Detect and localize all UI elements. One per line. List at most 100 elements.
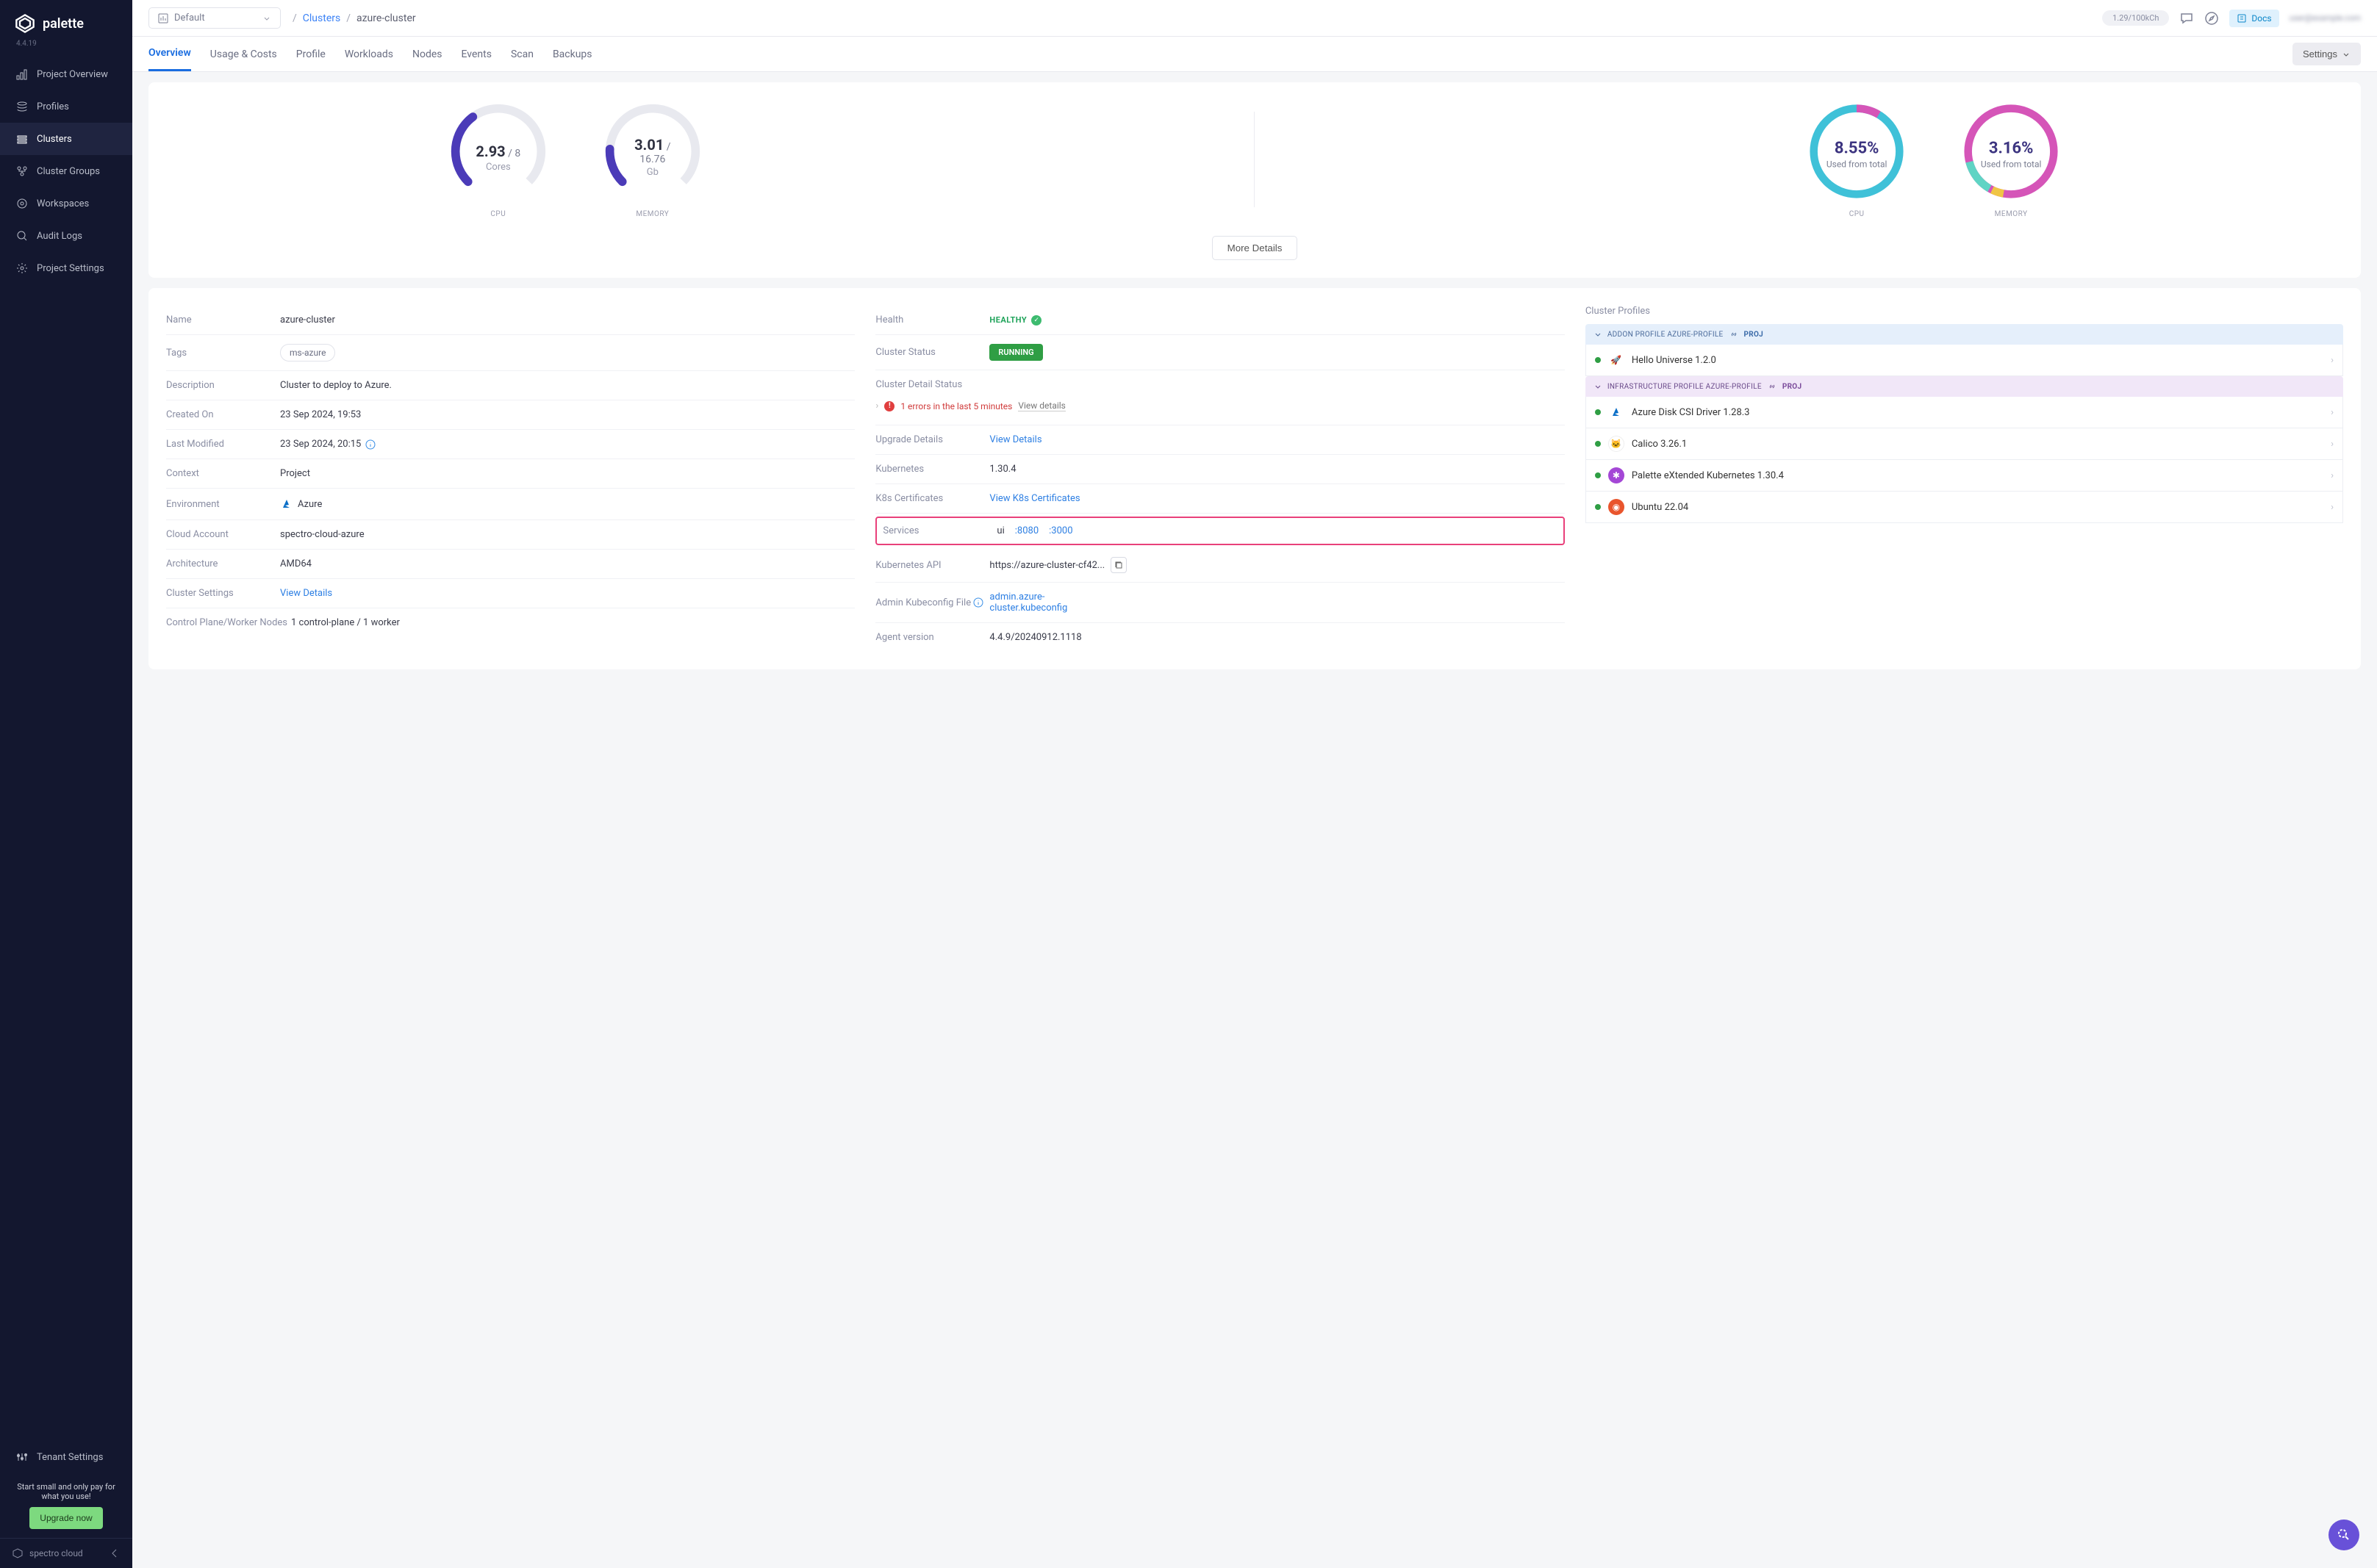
docs-button[interactable]: Docs <box>2229 10 2279 27</box>
settings-button[interactable]: Settings <box>2292 43 2361 65</box>
sidebar-footer[interactable]: spectro cloud <box>0 1538 132 1568</box>
chevron-right-icon: › <box>2331 502 2334 513</box>
dashboard-icon <box>16 68 28 80</box>
azure-icon <box>280 497 293 511</box>
tab-scan[interactable]: Scan <box>511 38 534 71</box>
usage-pill[interactable]: 1.29/100kCh <box>2102 10 2169 26</box>
link-icon <box>1768 382 1777 391</box>
promo-area: Start small and only pay for what you us… <box>0 1473 132 1538</box>
book-icon <box>2237 13 2247 24</box>
rocket-icon: 🚀 <box>1608 352 1624 368</box>
kubernetes-icon: ✱ <box>1608 467 1624 483</box>
profile-item-pxk[interactable]: ✱ Palette eXtended Kubernetes 1.30.4 › <box>1585 460 2343 492</box>
tab-nodes[interactable]: Nodes <box>412 38 442 71</box>
scope-icon <box>158 13 168 24</box>
palette-logo-icon <box>15 13 35 34</box>
details-left-col: Nameazure-cluster Tagsms-azure Descripti… <box>166 306 855 652</box>
chevron-down-icon <box>262 14 271 23</box>
tab-workloads[interactable]: Workloads <box>345 38 393 71</box>
copy-button[interactable] <box>1111 557 1127 573</box>
kubeconfig-link[interactable]: admin.azure-cluster.kubeconfig <box>989 591 1107 614</box>
scope-selector[interactable]: Default <box>148 7 281 29</box>
more-details-button[interactable]: More Details <box>1212 236 1298 260</box>
health-badge: HEALTHY <box>989 315 1027 325</box>
brand-name: palette <box>43 16 84 32</box>
profile-item-azure-csi[interactable]: Azure Disk CSI Driver 1.28.3 › <box>1585 397 2343 428</box>
upgrade-button[interactable]: Upgrade now <box>29 1507 102 1529</box>
nav-label: Workspaces <box>37 198 89 209</box>
search-icon <box>2337 1528 2351 1542</box>
cluster-name: azure-cluster <box>280 314 335 326</box>
tab-backups[interactable]: Backups <box>553 38 592 71</box>
layers-icon <box>16 101 28 112</box>
profile-item-hello-universe[interactable]: 🚀 Hello Universe 1.2.0 › <box>1585 345 2343 376</box>
chat-icon[interactable] <box>2179 11 2194 26</box>
user-menu[interactable]: user@example.com <box>2290 13 2361 23</box>
compass-icon[interactable] <box>2204 11 2219 26</box>
logo: palette <box>0 0 132 40</box>
crumb-clusters[interactable]: Clusters <box>303 12 340 24</box>
group-icon <box>16 165 28 177</box>
promo-text: Start small and only pay for what you us… <box>13 1482 119 1501</box>
nav-workspaces[interactable]: Workspaces <box>0 187 132 220</box>
tab-usage-costs[interactable]: Usage & Costs <box>210 38 277 71</box>
services-highlight: Services ui :8080 :3000 <box>875 517 1564 545</box>
nav-project-settings[interactable]: Project Settings <box>0 252 132 284</box>
service-port-3000[interactable]: :3000 <box>1049 525 1072 536</box>
footer-text: spectro cloud <box>29 1548 83 1558</box>
cpu-gauge: 2.93 / 8 Cores CPU <box>436 100 561 218</box>
chevron-left-icon[interactable] <box>109 1547 121 1559</box>
status-dot <box>1595 409 1601 415</box>
profiles-header: Cluster Profiles <box>1585 306 2343 317</box>
ubuntu-icon: ◉ <box>1608 499 1624 515</box>
details-mid-col: HealthHEALTHY✓ Cluster StatusRUNNING Clu… <box>875 306 1564 652</box>
service-port-8080[interactable]: :8080 <box>1015 525 1039 536</box>
details-card: Nameazure-cluster Tagsms-azure Descripti… <box>148 288 2361 669</box>
docs-label: Docs <box>2251 13 2271 24</box>
nav-profiles[interactable]: Profiles <box>0 90 132 123</box>
error-icon: ! <box>884 401 894 411</box>
info-icon[interactable] <box>973 597 983 608</box>
copy-icon <box>1114 561 1123 569</box>
chevron-right-icon: › <box>2331 470 2334 481</box>
tab-overview[interactable]: Overview <box>148 37 191 71</box>
status-dot <box>1595 357 1601 363</box>
nav-tenant-settings[interactable]: Tenant Settings <box>0 1441 132 1473</box>
upgrade-details-link[interactable]: View Details <box>989 434 1041 445</box>
nav-label: Audit Logs <box>37 231 82 242</box>
chevron-down-icon <box>2342 50 2351 59</box>
clusters-icon <box>16 133 28 145</box>
cluster-profiles-col: Cluster Profiles ADDON PROFILE AZURE-PRO… <box>1585 306 2343 652</box>
crumb-current: azure-cluster <box>356 12 416 24</box>
view-errors-link[interactable]: View details <box>1018 400 1066 411</box>
infra-profile-header[interactable]: INFRASTRUCTURE PROFILE AZURE-PROFILE PRO… <box>1585 376 2343 397</box>
nav-label: Tenant Settings <box>37 1452 103 1463</box>
chevron-right-icon: › <box>2331 355 2334 366</box>
tab-events[interactable]: Events <box>462 38 492 71</box>
nav-label: Profiles <box>37 101 69 112</box>
cluster-settings-link[interactable]: View Details <box>280 588 332 599</box>
chevron-right-icon: › <box>2331 407 2334 418</box>
chevron-right-icon: › <box>875 400 878 411</box>
gear-icon <box>16 262 28 274</box>
azure-icon <box>1608 404 1624 420</box>
nav-cluster-groups[interactable]: Cluster Groups <box>0 155 132 187</box>
nav-clusters[interactable]: Clusters <box>0 123 132 155</box>
info-icon[interactable] <box>365 439 376 450</box>
check-icon: ✓ <box>1031 315 1041 326</box>
k8s-certs-link[interactable]: View K8s Certificates <box>989 493 1080 504</box>
tab-profile[interactable]: Profile <box>296 38 326 71</box>
profile-item-ubuntu[interactable]: ◉ Ubuntu 22.04 › <box>1585 492 2343 523</box>
status-dot <box>1595 472 1601 478</box>
mem-used-donut: 3.16% Used from total MEMORY <box>1948 100 2073 218</box>
main-content: Default / Clusters / azure-cluster 1.29/… <box>132 0 2377 1568</box>
workspaces-icon <box>16 198 28 209</box>
error-row[interactable]: › ! 1 errors in the last 5 minutes View … <box>875 396 1065 416</box>
nav-audit-logs[interactable]: Audit Logs <box>0 220 132 252</box>
nav-project-overview[interactable]: Project Overview <box>0 58 132 90</box>
floating-search-button[interactable] <box>2328 1520 2359 1550</box>
profile-item-calico[interactable]: 🐱 Calico 3.26.1 › <box>1585 428 2343 460</box>
spectro-icon <box>12 1547 24 1559</box>
addon-profile-header[interactable]: ADDON PROFILE AZURE-PROFILE PROJ <box>1585 324 2343 345</box>
memory-gauge: 3.01 / 16.76 Gb MEMORY <box>590 100 715 218</box>
